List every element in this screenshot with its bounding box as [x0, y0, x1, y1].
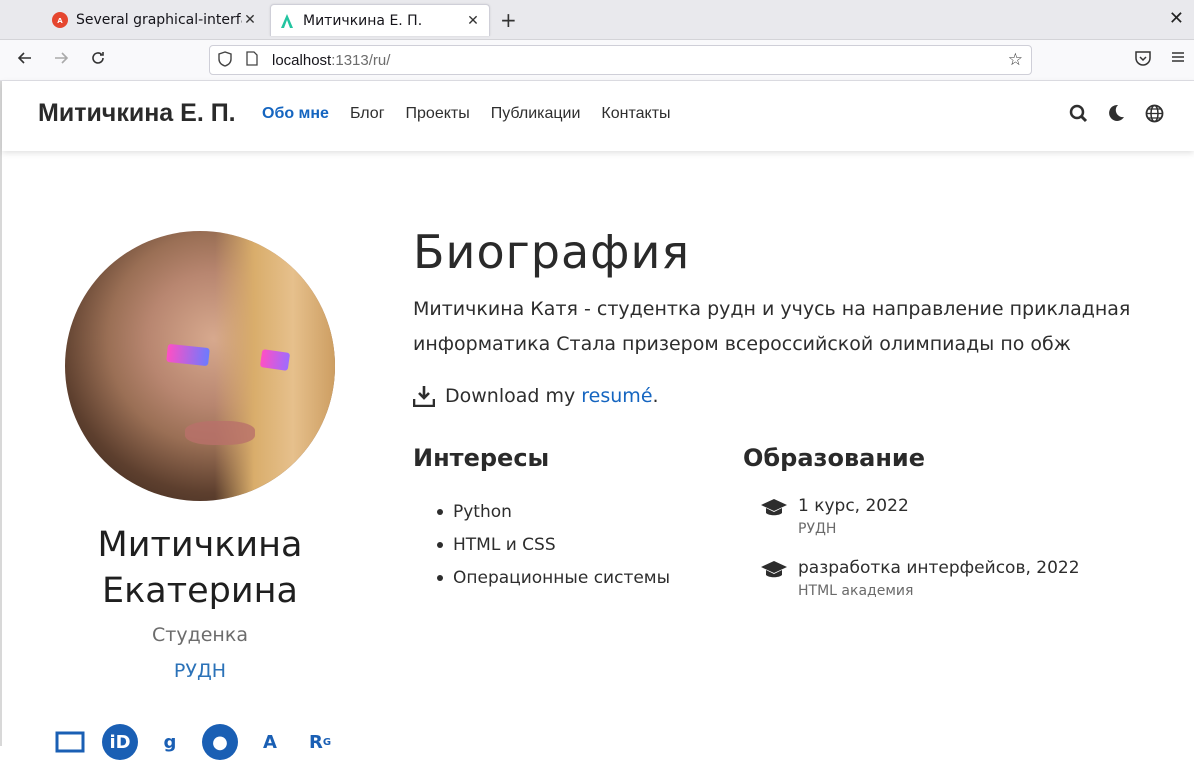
graduation-cap-icon: [760, 494, 788, 556]
social-links: iD g ● A RG: [52, 724, 338, 760]
browser-tabbar: A Several graphical-interfac ✕ Митичкина…: [0, 0, 1194, 40]
education-title: Образование: [743, 444, 926, 472]
bio-title: Биография: [413, 225, 691, 279]
site-navbar: Митичкина Е. П. Обо мне Блог Проекты Пуб…: [2, 81, 1194, 151]
browser-navbar: localhost:1313/ru/ ☆: [0, 40, 1194, 81]
tab-close-icon[interactable]: ✕: [465, 13, 481, 29]
menu-item-about[interactable]: Обо мне: [262, 105, 329, 123]
svg-text:A: A: [57, 17, 63, 25]
tab-title: Митичкина Е. П.: [303, 12, 423, 29]
researchgate-icon[interactable]: RG: [302, 724, 338, 760]
menu-item-contacts[interactable]: Контакты: [601, 105, 670, 123]
graduation-cap-icon: [760, 556, 788, 618]
profile-name: Митичкина Екатерина: [50, 522, 350, 614]
list-item: HTML и CSS: [437, 528, 670, 561]
menu-item-blog[interactable]: Блог: [350, 105, 385, 123]
list-item: Python: [437, 495, 670, 528]
profile-organization[interactable]: РУДН: [50, 660, 350, 682]
menu-item-projects[interactable]: Проекты: [406, 105, 470, 123]
download-prefix: Download my: [445, 385, 582, 407]
list-item: Операционные системы: [437, 561, 670, 594]
bio-text: Митичкина Катя - студентка рудн и учусь …: [413, 298, 1131, 355]
back-icon[interactable]: [16, 49, 34, 72]
avatar-sticker: [259, 349, 291, 371]
hugo-academic-icon: [279, 13, 295, 29]
reload-icon[interactable]: [89, 49, 107, 72]
bookmark-star-icon[interactable]: ☆: [1008, 50, 1023, 70]
tab-close-icon[interactable]: ✕: [242, 12, 258, 28]
github-icon[interactable]: ●: [202, 724, 238, 760]
site-brand[interactable]: Митичкина Е. П.: [38, 99, 236, 128]
resume-link[interactable]: resumé: [581, 385, 652, 407]
site-menu: Обо мне Блог Проекты Публикации Контакты: [262, 105, 692, 123]
academia-icon[interactable]: A: [252, 724, 288, 760]
window-close-icon[interactable]: ✕: [1169, 8, 1184, 29]
forward-icon[interactable]: [52, 49, 70, 72]
shield-icon[interactable]: [218, 50, 234, 70]
download-resume: Download my resumé .: [412, 385, 659, 408]
search-icon[interactable]: [1068, 103, 1088, 123]
profile-name-line2: Екатерина: [102, 571, 298, 611]
menu-item-publications[interactable]: Публикации: [491, 105, 581, 123]
google-scholar-icon[interactable]: g: [152, 724, 188, 760]
profile-role: Студенка: [152, 624, 248, 646]
language-globe-icon[interactable]: [1144, 103, 1164, 123]
avatar: [65, 231, 335, 501]
pocket-icon[interactable]: [1134, 49, 1152, 72]
interests-title: Интересы: [413, 444, 550, 472]
email-icon[interactable]: [52, 724, 88, 760]
download-suffix: .: [652, 385, 659, 407]
download-icon: [412, 385, 436, 408]
education-item: 1 курс, 2022 РУДН: [760, 494, 1080, 556]
avatar-lips: [185, 421, 255, 445]
url-host: localhost: [272, 51, 332, 69]
browser-tab-2[interactable]: Митичкина Е. П. ✕: [270, 4, 490, 36]
gnome-icon: A: [52, 12, 68, 28]
avatar-sticker: [166, 343, 210, 367]
interests-list: Python HTML и CSS Операционные системы: [437, 495, 670, 594]
tab-title: Several graphical-interfac: [76, 12, 242, 28]
browser-tab-1[interactable]: A Several graphical-interfac ✕: [44, 4, 266, 36]
profile-name-line1: Митичкина: [97, 525, 303, 565]
url-bar[interactable]: localhost:1313/ru/ ☆: [209, 45, 1032, 75]
education-institution: РУДН: [798, 521, 837, 537]
education-institution: HTML академия: [798, 583, 914, 599]
nav-actions: [1068, 103, 1164, 123]
menu-hamburger-icon[interactable]: [1170, 49, 1186, 70]
education-course: 1 курс, 2022: [798, 496, 909, 516]
url-path: :1313/ru/: [331, 51, 391, 69]
orcid-icon[interactable]: iD: [102, 724, 138, 760]
education-item: разработка интерфейсов, 2022 HTML академ…: [760, 556, 1080, 618]
page-edge: [0, 81, 2, 746]
dark-mode-moon-icon[interactable]: [1106, 103, 1126, 123]
education-list: 1 курс, 2022 РУДН разработка интерфейсов…: [760, 494, 1080, 618]
new-tab-icon[interactable]: +: [500, 8, 517, 32]
page-icon: [246, 51, 260, 69]
education-course: разработка интерфейсов, 2022: [798, 558, 1080, 578]
